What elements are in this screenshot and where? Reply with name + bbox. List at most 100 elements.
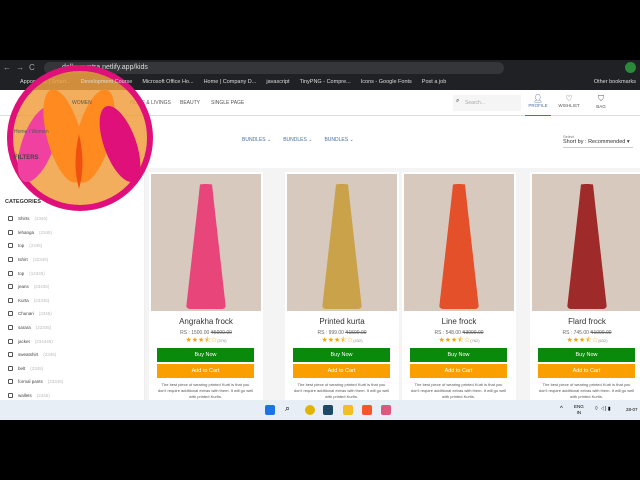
profile-avatar[interactable]	[625, 62, 636, 73]
nav-beauty[interactable]: BEAUTY	[180, 100, 200, 106]
filter-sidebar: Home / Women FILTERS CATEGORIES Shirts (2…	[0, 116, 145, 400]
product-card[interactable]: Line frock RS : 548.00 ₹3999.00 ★★★⯪☆(76…	[402, 172, 516, 400]
checkbox[interactable]	[8, 325, 13, 331]
bundles-dropdown[interactable]: BUNDLES ⌄	[283, 137, 312, 143]
bookmark[interactable]: Post a job	[422, 79, 446, 90]
bookmark[interactable]: Home | Company D...	[204, 79, 257, 90]
add-to-cart-button[interactable]: Add to Cart	[538, 364, 635, 378]
checkbox[interactable]	[8, 338, 13, 344]
bookmark[interactable]: javascript	[266, 79, 289, 90]
product-image[interactable]	[287, 174, 397, 311]
product-card[interactable]: Printed kurta RS : 999.00 ₹1500.00 ★★★⯪☆…	[285, 172, 399, 400]
start-icon[interactable]	[265, 405, 275, 415]
category-count: (22345)	[35, 325, 52, 331]
bag-button[interactable]: ⛉ BAG	[588, 94, 614, 109]
category-item[interactable]: formal pants (23345)	[0, 375, 144, 389]
nav-home-livings[interactable]: HOME & LIVINGS	[130, 100, 171, 106]
category-item[interactable]: wallets (2345)	[0, 389, 144, 400]
bookmark[interactable]: Microsoft Office Ho...	[142, 79, 193, 90]
category-name: formal pants	[18, 379, 43, 385]
bundles-dropdown[interactable]: BUNDLES ⌄	[242, 137, 271, 143]
product-card[interactable]: Angrakha frock RS : 1500.00 ₹5000.00 ★★★…	[149, 172, 263, 400]
bookmark[interactable]: Appopener | Smart...	[20, 79, 71, 90]
category-item[interactable]: lehanga (2345)	[0, 226, 144, 240]
chrome-icon[interactable]	[305, 405, 315, 415]
product-title[interactable]: Flard frock	[530, 317, 640, 326]
checkbox[interactable]	[8, 365, 13, 371]
category-name: jacket	[18, 338, 30, 344]
checkbox[interactable]	[8, 379, 13, 385]
buy-now-button[interactable]: Buy Now	[293, 348, 390, 362]
bundles-dropdown[interactable]: BUNDLES ⌄	[324, 137, 353, 143]
bookmark[interactable]: Other bookmarks	[594, 79, 640, 90]
bookmark[interactable]: TinyPNG - Compre...	[300, 79, 351, 90]
address-bar-row: ← → C dolly-myntra.netlify.app/kids	[0, 60, 640, 76]
back-icon[interactable]: ←	[3, 63, 11, 72]
buy-now-button[interactable]: Buy Now	[538, 348, 635, 362]
add-to-cart-button[interactable]: Add to Cart	[410, 364, 507, 378]
product-description: The best piece of wearing printed Kurti …	[157, 382, 254, 399]
reload-icon[interactable]: C	[29, 63, 35, 72]
checkbox[interactable]	[8, 284, 13, 290]
wishlist-button[interactable]: ♡ WISHLIST	[556, 94, 582, 108]
product-image[interactable]	[532, 174, 640, 311]
category-item[interactable]: sweatshirt (2345)	[0, 348, 144, 362]
category-count: (23435)	[33, 284, 50, 290]
category-item[interactable]: top (12345)	[0, 266, 144, 280]
product-image[interactable]	[404, 174, 514, 311]
checkbox[interactable]	[8, 393, 13, 399]
profile-button[interactable]: 👤︎ PROFILE	[525, 94, 551, 116]
checkbox[interactable]	[8, 297, 13, 303]
categories-heading: CATEGORIES	[5, 199, 41, 205]
nav-single-page[interactable]: SINGLE PAGE	[211, 100, 244, 106]
product-title[interactable]: Line frock	[402, 317, 516, 326]
product-image[interactable]	[151, 174, 261, 311]
checkbox[interactable]	[8, 243, 13, 249]
product-card[interactable]: Flard frock RS : 745.00 ₹1000.00 ★★★⯪☆(6…	[530, 172, 640, 400]
category-item[interactable]: jeans (23435)	[0, 280, 144, 294]
star-icons: ★★★⯪☆	[566, 337, 599, 344]
forward-icon[interactable]: →	[16, 63, 24, 72]
product-figure	[322, 184, 362, 309]
chevron-up-icon[interactable]: ^	[560, 406, 563, 412]
category-name: Chunari	[18, 311, 34, 317]
brave-icon[interactable]	[362, 405, 372, 415]
nav-women[interactable]: WOMEN	[72, 100, 92, 106]
category-item[interactable]: Kurta (23345)	[0, 294, 144, 308]
category-item[interactable]: Chunari (2345)	[0, 307, 144, 321]
search-icon[interactable]: ⌕	[285, 403, 295, 413]
brave-beta-icon[interactable]	[381, 405, 391, 415]
breadcrumb[interactable]: Home / Women	[14, 129, 49, 135]
add-to-cart-button[interactable]: Add to Cart	[293, 364, 390, 378]
search-input[interactable]: ⌕ Search...	[453, 95, 521, 111]
checkbox[interactable]	[8, 216, 13, 222]
category-item[interactable]: top (2345)	[0, 239, 144, 253]
folder-icon[interactable]	[343, 405, 353, 415]
checkbox[interactable]	[8, 311, 13, 317]
category-item[interactable]: jacket (234345)	[0, 334, 144, 348]
rating-stars: ★★★⯪☆(432)	[285, 336, 399, 347]
product-title[interactable]: Printed kurta	[285, 317, 399, 326]
address-input[interactable]: dolly-myntra.netlify.app/kids	[44, 62, 504, 74]
bundles-label: BUNDLES	[283, 137, 307, 143]
sort-select[interactable]: Select Short by : Recommended ▾	[563, 134, 633, 148]
category-item[interactable]: Shirts (2345)	[0, 212, 144, 226]
bookmark[interactable]: Development Course	[81, 79, 133, 90]
category-item[interactable]: sarara (22345)	[0, 321, 144, 335]
checkbox[interactable]	[8, 229, 13, 235]
bookmark[interactable]: Icons - Google Fonts	[361, 79, 412, 90]
product-title[interactable]: Angrakha frock	[149, 317, 263, 326]
buy-now-button[interactable]: Buy Now	[157, 348, 254, 362]
filters-heading: FILTERS	[14, 155, 39, 161]
buy-now-button[interactable]: Buy Now	[410, 348, 507, 362]
category-item[interactable]: belt (2345)	[0, 362, 144, 376]
checkbox[interactable]	[8, 270, 13, 276]
checkbox[interactable]	[8, 352, 13, 358]
language-indicator[interactable]: ENG IN	[574, 404, 584, 416]
app-icon[interactable]	[323, 405, 333, 415]
category-item[interactable]: tshirt (32345)	[0, 253, 144, 267]
checkbox[interactable]	[8, 257, 13, 263]
add-to-cart-button[interactable]: Add to Cart	[157, 364, 254, 378]
system-tray-icons[interactable]: ⌔ ◁) ▮	[594, 406, 611, 412]
rating-stars: ★★★⯪☆(632)	[530, 336, 640, 347]
